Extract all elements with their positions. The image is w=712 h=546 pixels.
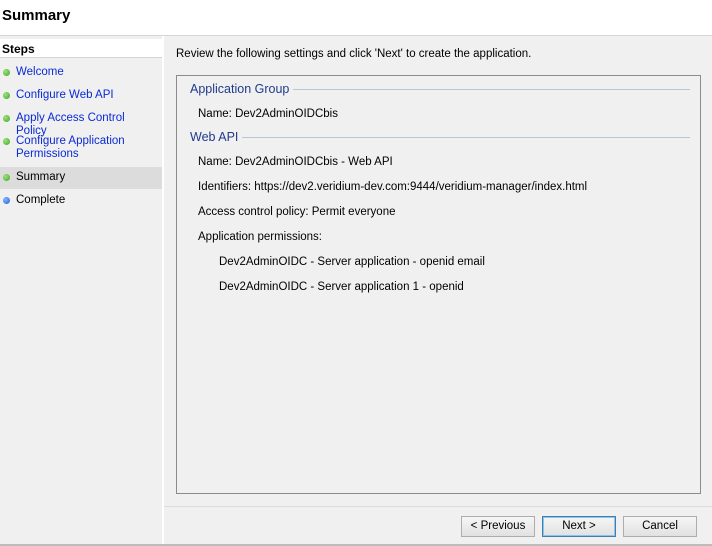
step-complete-icon (3, 138, 10, 145)
button-bar: < Previous Next > Cancel (164, 506, 712, 545)
step-pending-icon (3, 197, 10, 204)
step-label: Summary (16, 171, 66, 183)
steps-header: Steps (0, 39, 162, 58)
permission-item: Dev2AdminOIDC - Server application 1 - o… (219, 281, 464, 293)
step-complete: Complete (0, 193, 162, 210)
step-summary: Summary (0, 167, 162, 189)
intro-text: Review the following settings and click … (176, 48, 532, 60)
main-panel: Review the following settings and click … (164, 36, 712, 545)
previous-button[interactable]: < Previous (461, 516, 535, 537)
web-api-access-policy: Access control policy: Permit everyone (198, 206, 396, 218)
steps-title: Steps (2, 42, 35, 56)
group-divider (241, 137, 690, 138)
step-label: Complete (16, 194, 66, 206)
step-complete-icon (3, 92, 10, 99)
web-api-identifiers: Identifiers: https://dev2.veridium-dev.c… (198, 181, 588, 193)
permission-item: Dev2AdminOIDC - Server application - ope… (219, 256, 485, 268)
step-welcome[interactable]: Welcome (0, 65, 162, 82)
step-current-icon (3, 174, 10, 181)
step-complete-icon (3, 69, 10, 76)
step-complete-icon (3, 115, 10, 122)
application-group-name: Name: Dev2AdminOIDCbis (198, 108, 338, 120)
step-label[interactable]: Configure Application Permissions (16, 135, 156, 161)
application-group-title: Application Group (190, 82, 294, 96)
group-divider (287, 89, 690, 90)
step-label[interactable]: Welcome (16, 66, 156, 79)
web-api-title: Web API (190, 130, 243, 144)
step-apply-access-control-policy[interactable]: Apply Access Control Policy (0, 111, 162, 137)
step-configure-web-api[interactable]: Configure Web API (0, 88, 162, 105)
web-api-name: Name: Dev2AdminOIDCbis - Web API (198, 156, 393, 168)
wizard-header: Summary (0, 0, 712, 36)
page-title: Summary (2, 7, 71, 24)
cancel-button[interactable]: Cancel (623, 516, 697, 537)
summary-box[interactable]: Application Group Name: Dev2AdminOIDCbis… (176, 75, 701, 494)
steps-sidebar: Steps Welcome Configure Web API Apply Ac… (0, 36, 162, 544)
step-label[interactable]: Configure Web API (16, 89, 156, 102)
next-button[interactable]: Next > (542, 516, 616, 537)
step-configure-application-permissions[interactable]: Configure Application Permissions (0, 134, 162, 164)
web-api-permissions-label: Application permissions: (198, 231, 323, 243)
